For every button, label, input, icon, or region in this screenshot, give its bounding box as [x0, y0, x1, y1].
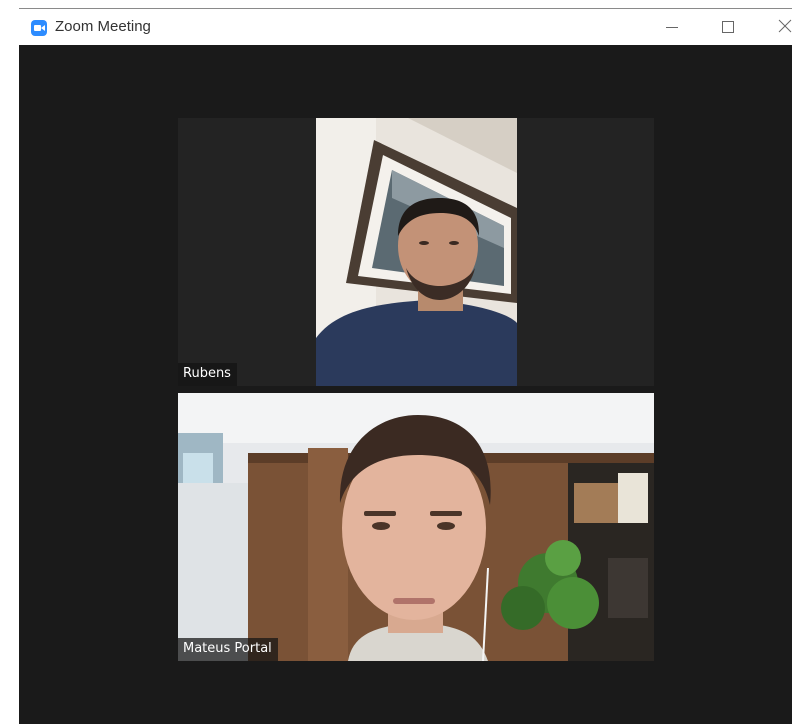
zoom-app-icon [31, 20, 47, 36]
maximize-button[interactable] [705, 9, 751, 45]
participant-video [178, 118, 654, 386]
close-button[interactable] [761, 9, 792, 45]
title-bar[interactable]: Zoom Meeting [19, 8, 792, 45]
window-top-strip [19, 0, 792, 8]
participant-video [178, 393, 654, 661]
maximize-icon [722, 21, 734, 33]
minimize-button[interactable] [649, 9, 695, 45]
window-title: Zoom Meeting [55, 18, 151, 35]
meeting-video-area: Rubens Mateus Portal [19, 45, 792, 724]
close-icon [778, 19, 792, 33]
minimize-icon [666, 27, 678, 28]
participant-name-tag: Mateus Portal [178, 638, 278, 661]
video-tile-rubens[interactable]: Rubens [178, 118, 654, 386]
video-tile-mateus-portal[interactable]: Mateus Portal [178, 393, 654, 661]
zoom-window: Zoom Meeting Rubens Mateus Portal [19, 0, 792, 724]
participant-name-tag: Rubens [178, 363, 237, 386]
